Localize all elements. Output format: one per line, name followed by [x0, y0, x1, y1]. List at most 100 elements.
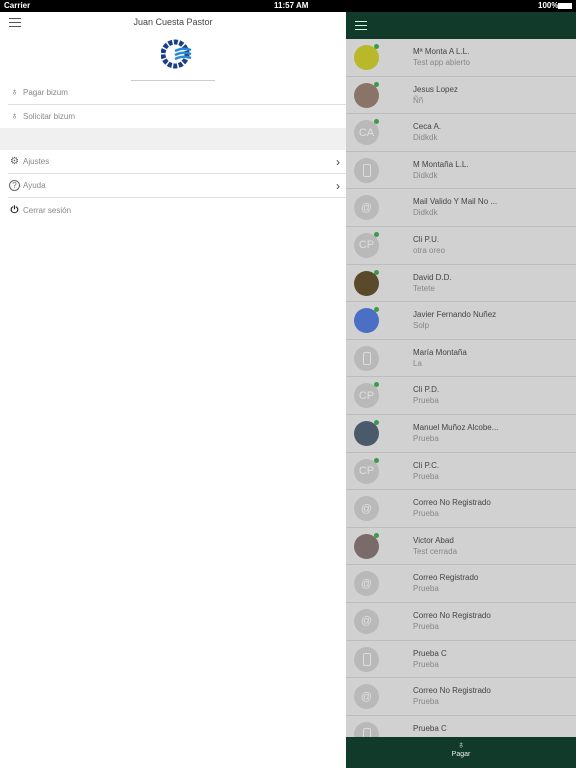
contacts-panel: Mª Monta A L.L. Test app abierto Jesus Lop… — [346, 12, 576, 768]
contact-row[interactable]: Prueba C Prueba — [346, 641, 576, 679]
at-icon: @ — [354, 684, 379, 710]
contact-row[interactable]: M Montaña L.L. Didkdk — [346, 152, 576, 190]
online-indicator — [374, 44, 379, 49]
contact-name: Cli P.D. — [413, 385, 440, 395]
contact-row[interactable]: Jesus Lopez Ññ — [346, 77, 576, 115]
section-gap — [0, 128, 346, 150]
menu-item-ajustes[interactable]: ⚙ Ajustes › — [8, 150, 346, 174]
status-bar: Carrier 11:57 AM 100% — [0, 0, 576, 12]
menu-item-label: Ajustes — [23, 157, 50, 166]
online-indicator — [374, 382, 379, 388]
at-icon: @ — [354, 195, 379, 221]
battery-level: 100% — [538, 1, 559, 10]
contact-row[interactable]: CP Cli P.D. Prueba — [346, 377, 576, 415]
contact-subtitle: Test cerrada — [413, 546, 458, 556]
contact-subtitle: Tetete — [413, 283, 435, 293]
menu-item-cerrar-sesion[interactable]: ⏻ Cerrar sesión — [8, 198, 346, 222]
online-indicator — [374, 119, 379, 125]
contact-row[interactable]: CP Cli P.U. otra oreo — [346, 227, 576, 265]
online-indicator — [374, 231, 379, 237]
contact-row[interactable]: María Montaña La — [346, 340, 576, 378]
avatar-initials: CP — [354, 383, 379, 409]
online-indicator — [374, 457, 379, 463]
contact-subtitle: Prueba — [413, 584, 439, 594]
contact-name: María Montaña — [413, 347, 467, 357]
online-indicator — [374, 532, 379, 538]
contact-name: Ceca A. — [413, 122, 442, 132]
contact-name: David D.D. — [413, 272, 452, 282]
contact-row[interactable]: @ Correo No Registrado Prueba — [346, 603, 576, 641]
contact-row[interactable]: Manuel Muñoz Alcobe... Prueba — [346, 415, 576, 453]
contact-row[interactable]: Victor Abad Test cerrada — [346, 528, 576, 566]
piggy-bank-icon: ♁ — [10, 87, 19, 98]
contact-subtitle: Prueba — [413, 697, 439, 707]
side-menu: Juan Cuesta Pastor ♁ Pagar bizum ♁ Solicit… — [0, 12, 346, 768]
contact-subtitle: Test app abierto — [413, 58, 470, 67]
contact-row[interactable]: CA Ceca A. Didkdk — [346, 114, 576, 152]
contact-subtitle: Didkdk — [413, 208, 438, 218]
battery-icon — [558, 3, 572, 9]
contact-subtitle: Prueba — [413, 433, 439, 443]
contact-subtitle: Ññ — [413, 95, 424, 105]
contact-row[interactable]: Javier Fernando Nuñez Solp — [346, 302, 576, 340]
contact-name: Correo No Registrado — [413, 686, 491, 696]
contact-name: Javier Fernando Nuñez — [413, 310, 497, 320]
contact-row[interactable]: Mª Monta A L.L. Test app abierto — [346, 39, 576, 77]
contact-subtitle: otra oreo — [413, 245, 446, 255]
piggy-bank-icon: ♁ — [10, 111, 19, 122]
contact-subtitle: Solp — [413, 321, 430, 331]
contact-name: M Montaña L.L. — [413, 159, 469, 169]
power-icon: ⏻ — [10, 204, 19, 216]
menu-item-label: Solicitar bizum — [23, 112, 76, 121]
contact-row[interactable]: @ Correo Registrado Prueba — [346, 565, 576, 603]
contact-name: Prueba C — [413, 648, 447, 658]
at-icon: @ — [354, 571, 379, 597]
user-name: Juan Cuesta Pastor — [133, 17, 213, 27]
contact-subtitle: Didkdk — [413, 133, 438, 143]
contact-subtitle: Prueba — [413, 396, 439, 406]
contact-name: Victor Abad — [413, 535, 454, 545]
bank-logo — [160, 38, 193, 70]
menu-item-label: Cerrar sesión — [23, 205, 72, 215]
top-bar — [346, 12, 576, 39]
contact-name: Cli P.C. — [413, 460, 440, 470]
menu-item-pagar-bizum[interactable]: ♁ Pagar bizum — [8, 81, 346, 105]
contact-name: Correo Registrado — [413, 573, 479, 583]
pay-label: Pagar — [451, 751, 471, 758]
contact-subtitle: Prueba — [413, 471, 439, 481]
menu-item-ayuda[interactable]: ? Ayuda › — [8, 174, 346, 198]
contact-name: Prueba C — [413, 723, 447, 733]
online-indicator — [374, 81, 379, 87]
at-icon: @ — [354, 496, 379, 522]
contact-subtitle: La — [413, 358, 422, 368]
pay-button[interactable]: ♁ Pagar — [346, 737, 576, 768]
menu-item-solicitar-bizum[interactable]: ♁ Solicitar bizum — [8, 105, 346, 129]
contact-row[interactable]: CP Cli P.C. Prueba — [346, 453, 576, 491]
contact-name: Mª Monta A L.L. — [413, 47, 470, 56]
online-indicator — [374, 307, 379, 313]
contact-row[interactable]: @ Correo No Registrado Prueba — [346, 490, 576, 528]
online-indicator — [374, 269, 379, 275]
contact-row[interactable]: @ Correo No Registrado Prueba — [346, 678, 576, 716]
chevron-right-icon: › — [336, 178, 340, 193]
menu-icon[interactable] — [355, 21, 367, 30]
online-indicator — [374, 419, 379, 425]
contact-subtitle: Prueba — [413, 621, 439, 631]
contact-row[interactable]: David D.D. Tetete — [346, 265, 576, 303]
contact-subtitle: Prueba — [413, 509, 439, 519]
carrier: Carrier — [4, 1, 31, 10]
menu-item-label: Pagar bizum — [23, 88, 68, 97]
piggy-bank-icon: ♁ — [457, 740, 465, 751]
contact-name: Mail Valido Y Mail No ... — [413, 197, 498, 207]
contact-name: Correo No Registrado — [413, 498, 491, 508]
contact-name: Manuel Muñoz Alcobe... — [413, 422, 499, 432]
contact-name: Correo No Registrado — [413, 610, 491, 620]
menu-item-label: Ayuda — [23, 181, 46, 190]
contact-list: Mª Monta A L.L. Test app abierto Jesus Lop… — [346, 39, 576, 754]
at-icon: @ — [354, 608, 379, 634]
gear-icon: ⚙ — [10, 156, 19, 167]
contact-subtitle: Didkdk — [413, 170, 438, 180]
phone-icon — [354, 646, 379, 672]
contact-row[interactable]: @ Mail Valido Y Mail No ... Didkdk — [346, 189, 576, 227]
contact-name: Cli P.U. — [413, 234, 440, 244]
